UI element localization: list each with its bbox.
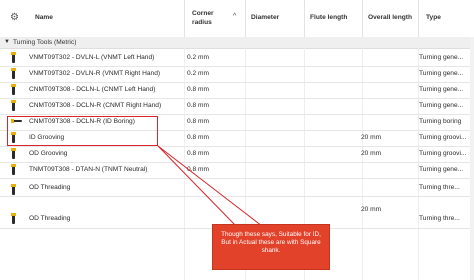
corner-radius-value: 0.8 mm xyxy=(187,118,209,125)
column-divider xyxy=(362,0,363,37)
tool-type: Turning gene... xyxy=(419,102,464,109)
tool-type: Turning groovi... xyxy=(419,134,467,141)
table-row[interactable]: CNMT09T308 - DCLN-R (CNMT Right Hand) 0.… xyxy=(0,98,474,115)
tool-type: Turning thre... xyxy=(419,184,460,191)
vertical-scrollbar[interactable] xyxy=(470,37,474,280)
threading-tool-icon xyxy=(11,184,16,195)
grooving-tool-icon xyxy=(11,148,16,159)
tool-type: Turning gene... xyxy=(419,166,464,173)
table-row[interactable]: CNMT09T308 - DCLN-L (CNMT Left Hand) 0.8… xyxy=(0,82,474,99)
annotation-text: Though these says, Suitable for ID, But … xyxy=(221,231,321,254)
corner-radius-value: 0.8 mm xyxy=(187,166,209,173)
column-divider xyxy=(245,0,246,37)
turning-tool-icon xyxy=(11,100,16,111)
column-header-name[interactable]: Name xyxy=(35,13,53,22)
tool-type: Turning thre... xyxy=(419,215,460,222)
tool-type: Turning gene... xyxy=(419,54,464,61)
table-header: ⚙ Name Corner radius ^ Diameter Flute le… xyxy=(0,0,474,38)
gear-icon[interactable]: ⚙ xyxy=(10,12,19,23)
threading-tool-icon xyxy=(11,213,16,224)
column-divider xyxy=(418,0,419,37)
corner-radius-value: 0.8 mm xyxy=(187,134,209,141)
table-row[interactable]: OD Grooving 0.8 mm 20 mm Turning groovi.… xyxy=(0,146,474,163)
table-row[interactable]: VNMT09T302 - DVLN-L (VNMT Left Hand) 0.2… xyxy=(0,50,474,67)
highlight-box xyxy=(7,116,158,146)
corner-radius-value: 0.8 mm xyxy=(187,102,209,109)
column-divider xyxy=(304,0,305,37)
column-divider xyxy=(184,0,185,37)
table-row[interactable]: VNMT09T302 - DVLN-R (VNMT Right Hand) 0.… xyxy=(0,66,474,83)
column-header-diameter[interactable]: Diameter xyxy=(251,13,279,22)
overall-length-value: 20 mm xyxy=(361,206,382,213)
corner-radius-value: 0.2 mm xyxy=(187,54,209,61)
tool-name: VNMT09T302 - DVLN-L (VNMT Left Hand) xyxy=(29,54,155,61)
tool-name: VNMT09T302 - DVLN-R (VNMT Right Hand) xyxy=(29,70,161,77)
tool-name: OD Grooving xyxy=(29,150,68,157)
column-header-type[interactable]: Type xyxy=(426,13,441,22)
tool-name: OD Threading xyxy=(29,184,71,191)
corner-radius-value: 0.8 mm xyxy=(187,150,209,157)
turning-tool-icon xyxy=(11,84,16,95)
corner-radius-value: 0.2 mm xyxy=(187,70,209,77)
annotation-note: Though these says, Suitable for ID, But … xyxy=(212,224,330,270)
turning-tool-icon xyxy=(11,164,16,175)
overall-length-value: 20 mm xyxy=(361,134,382,141)
tool-name: TNMT09T308 - DTAN-N (TNMT Neutral) xyxy=(29,166,148,173)
overall-length-value: 20 mm xyxy=(361,150,382,157)
table-row[interactable]: OD Threading Turning thre... xyxy=(0,178,474,197)
column-header-corner-radius[interactable]: Corner radius xyxy=(192,9,214,27)
column-header-overall-length[interactable]: Overall length xyxy=(368,13,412,22)
tool-type: Turning boring xyxy=(419,118,462,125)
group-label: Turning Tools (Metric) xyxy=(13,39,77,46)
tool-type: Turning gene... xyxy=(419,86,464,93)
corner-radius-value: 0.8 mm xyxy=(187,86,209,93)
table-row[interactable]: TNMT09T308 - DTAN-N (TNMT Neutral) 0.8 m… xyxy=(0,162,474,179)
tool-name: CNMT09T308 - DCLN-R (CNMT Right Hand) xyxy=(29,102,162,109)
group-row[interactable]: ▼ Turning Tools (Metric) xyxy=(0,37,474,49)
column-header-flute-length[interactable]: Flute length xyxy=(310,13,347,22)
turning-tool-icon xyxy=(11,68,16,79)
tool-name: OD Threading xyxy=(29,215,71,222)
tool-type: Turning groovi... xyxy=(419,150,467,157)
tool-type: Turning gene... xyxy=(419,70,464,77)
caret-down-icon[interactable]: ▼ xyxy=(4,39,10,45)
turning-tool-icon xyxy=(11,52,16,63)
tool-name: CNMT09T308 - DCLN-L (CNMT Left Hand) xyxy=(29,86,156,93)
caret-up-icon[interactable]: ^ xyxy=(233,13,236,20)
